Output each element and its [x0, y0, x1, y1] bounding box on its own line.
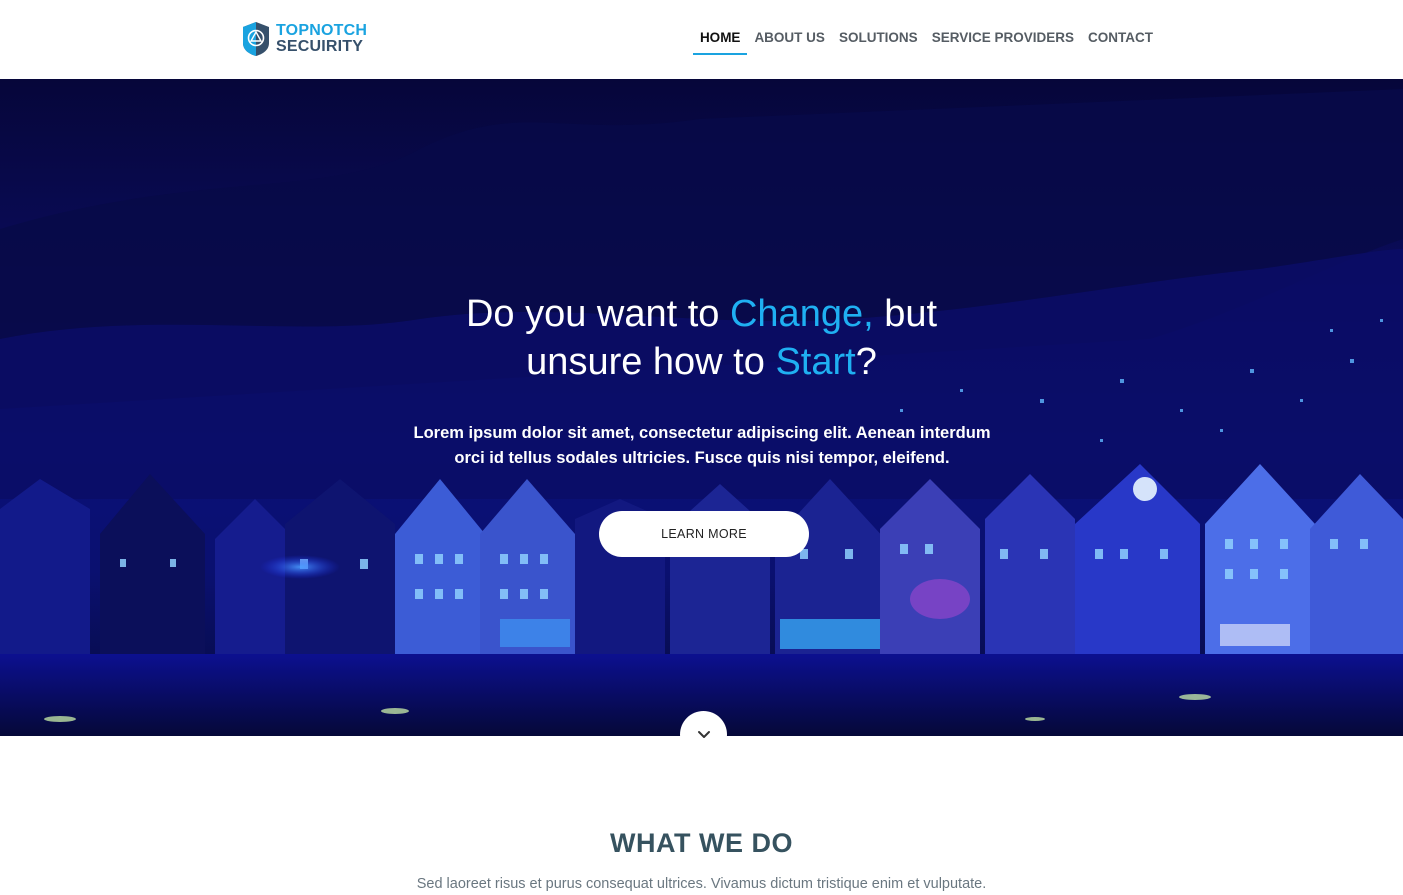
hero-headline-part3: unsure how to	[526, 341, 776, 383]
nav-service-providers[interactable]: SERVICE PROVIDERS	[925, 28, 1081, 53]
section-title: WHAT WE DO	[610, 828, 793, 858]
hero-headline-highlight-change: Change,	[729, 293, 874, 335]
scroll-down-button[interactable]	[680, 711, 727, 758]
learn-more-button[interactable]: LEARN MORE	[599, 511, 809, 557]
section-subtitle: Sed laoreet risus et purus consequat ult…	[416, 876, 987, 892]
nav-solutions[interactable]: SOLUTIONS	[832, 28, 925, 53]
nav-home[interactable]: HOME	[692, 28, 748, 55]
chevron-down-icon	[697, 730, 710, 738]
main-nav: HOME ABOUT US SOLUTIONS SERVICE PROVIDER…	[692, 28, 1160, 55]
hero-background-image	[0, 89, 1403, 736]
hero-headline: Do you want to Change, but unsure how to…	[0, 290, 1403, 386]
shield-logo-icon	[243, 22, 269, 56]
hero-description: Lorem ipsum dolor sit amet, consectetur …	[413, 424, 991, 467]
site-header: TOPNOTCH SECUIRITY HOME ABOUT US SOLUTIO…	[0, 0, 1403, 79]
hero-headline-highlight-start: Start	[775, 341, 856, 383]
brand-logo[interactable]: TOPNOTCH SECUIRITY	[241, 20, 367, 58]
hero-headline-part2: but	[873, 293, 938, 335]
brand-name-line2: SECUIRITY	[276, 38, 364, 55]
nav-contact[interactable]: CONTACT	[1081, 28, 1160, 53]
brand-name-line1: TOPNOTCH	[276, 22, 368, 39]
nav-about-us[interactable]: ABOUT US	[747, 28, 832, 53]
hero-headline-part1: Do you want to	[465, 293, 730, 335]
hero-banner: Do you want to Change, but unsure how to…	[0, 79, 1403, 736]
hero-headline-part4: ?	[855, 341, 877, 383]
